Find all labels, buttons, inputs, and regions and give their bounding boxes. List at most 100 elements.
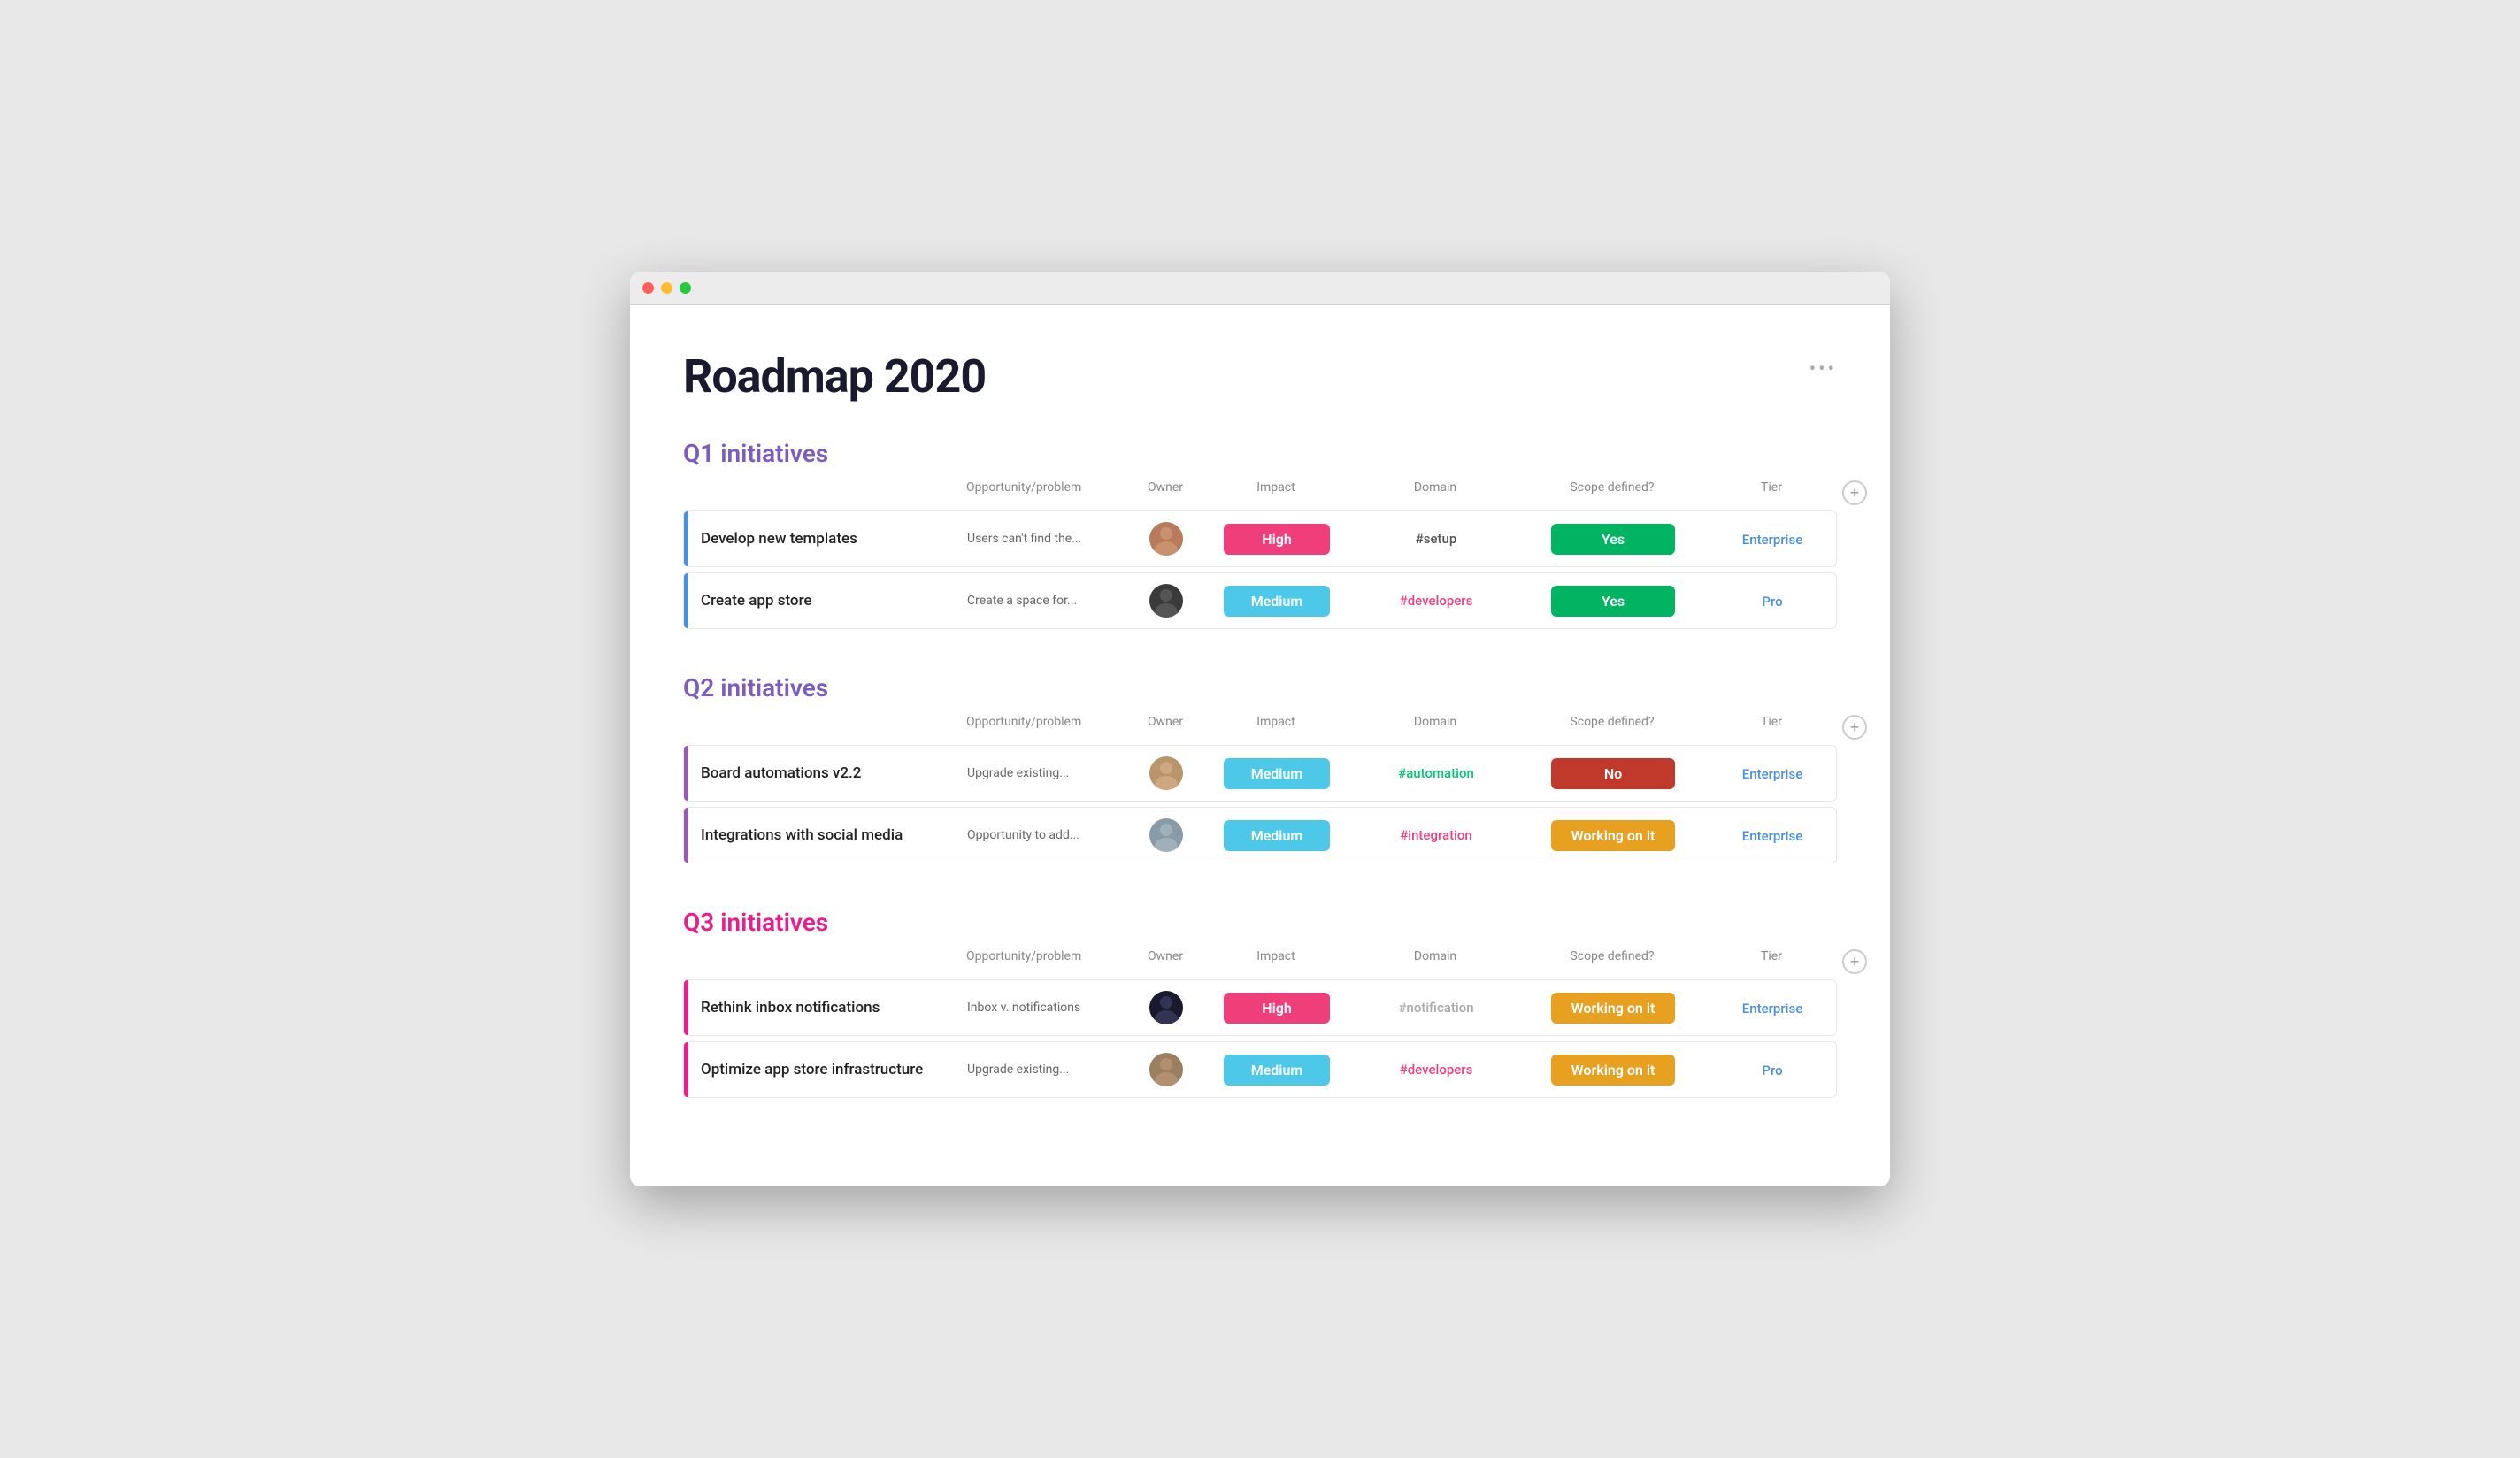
row-border-indicator — [684, 1042, 688, 1097]
page-title: Roadmap 2020 — [683, 349, 986, 403]
scope-badge: Working on it — [1551, 1055, 1675, 1086]
col-opportunity: Opportunity/problem — [966, 715, 1126, 740]
row-name-cell: Integrations with social media — [684, 808, 967, 863]
col-scope: Scope defined? — [1524, 949, 1701, 974]
col-initiative — [683, 949, 966, 974]
tier-link[interactable]: Enterprise — [1742, 766, 1802, 782]
owner-cell — [1126, 584, 1206, 618]
table-q3: Opportunity/problem Owner Impact Domain … — [683, 944, 1837, 1098]
col-domain: Domain — [1347, 949, 1524, 974]
row-opportunity: Upgrade existing... — [967, 1063, 1126, 1077]
scope-cell: Yes — [1525, 586, 1702, 617]
section-title-q1: Q1 initiatives — [683, 439, 1837, 468]
col-impact: Impact — [1205, 480, 1347, 505]
table-row: Optimize app store infrastructure Upgrad… — [683, 1041, 1837, 1098]
row-opportunity: Create a space for... — [967, 594, 1126, 608]
row-initiative-name: Rethink inbox notifications — [701, 999, 880, 1017]
more-options-button[interactable]: ••• — [1809, 358, 1837, 380]
tier-link[interactable]: Enterprise — [1742, 532, 1802, 548]
impact-badge: High — [1224, 524, 1330, 555]
avatar — [1149, 818, 1183, 852]
row-opportunity: Opportunity to add... — [967, 828, 1126, 842]
table-row: Board automations v2.2 Upgrade existing.… — [683, 745, 1837, 802]
owner-cell — [1126, 818, 1206, 852]
section-title-q3: Q3 initiatives — [683, 908, 1837, 937]
row-initiative-name: Develop new templates — [701, 530, 857, 548]
tier-cell[interactable]: Pro — [1702, 593, 1843, 610]
maximize-button[interactable] — [680, 282, 691, 294]
section-header-q1: Q1 initiatives — [683, 439, 1837, 468]
impact-badge: Medium — [1224, 758, 1330, 789]
tier-link[interactable]: Pro — [1762, 1063, 1782, 1078]
row-border-indicator — [684, 808, 688, 863]
impact-cell: High — [1206, 993, 1348, 1024]
col-opportunity: Opportunity/problem — [966, 480, 1126, 505]
col-tier: Tier — [1701, 949, 1842, 974]
tier-cell[interactable]: Pro — [1702, 1062, 1843, 1078]
row-border-indicator — [684, 573, 688, 628]
owner-cell — [1126, 1053, 1206, 1086]
add-row-button-q2[interactable]: + — [1842, 715, 1867, 740]
domain-cell: #developers — [1348, 593, 1525, 609]
impact-cell: Medium — [1206, 586, 1348, 617]
col-domain: Domain — [1347, 480, 1524, 505]
table-row: Integrations with social media Opportuni… — [683, 807, 1837, 863]
traffic-lights — [642, 282, 691, 294]
avatar — [1149, 584, 1183, 618]
avatar — [1149, 522, 1183, 556]
col-initiative — [683, 715, 966, 740]
tier-cell[interactable]: Enterprise — [1702, 531, 1843, 548]
col-add[interactable]: + — [1842, 480, 1878, 505]
domain-cell: #notification — [1348, 1000, 1525, 1016]
row-border-indicator — [684, 746, 688, 801]
add-row-button-q3[interactable]: + — [1842, 949, 1867, 974]
section-q2: Q2 initiatives Opportunity/problem Owner… — [683, 673, 1837, 863]
table-q1: Opportunity/problem Owner Impact Domain … — [683, 475, 1837, 629]
impact-badge: Medium — [1224, 1055, 1330, 1086]
scope-badge: Working on it — [1551, 993, 1675, 1024]
impact-cell: Medium — [1206, 1055, 1348, 1086]
avatar — [1149, 1053, 1183, 1086]
row-border-indicator — [684, 511, 688, 566]
tier-link[interactable]: Enterprise — [1742, 1001, 1802, 1017]
row-opportunity: Users can't find the... — [967, 532, 1126, 546]
row-name-cell: Board automations v2.2 — [684, 746, 967, 801]
owner-cell — [1126, 991, 1206, 1024]
tier-cell[interactable]: Enterprise — [1702, 765, 1843, 782]
scope-cell: Yes — [1525, 524, 1702, 555]
table-row: Develop new templates Users can't find t… — [683, 510, 1837, 567]
row-initiative-name: Optimize app store infrastructure — [701, 1061, 923, 1078]
table-q2: Opportunity/problem Owner Impact Domain … — [683, 710, 1837, 863]
row-name-cell: Create app store — [684, 573, 967, 628]
close-button[interactable] — [642, 282, 654, 294]
add-row-button-q1[interactable]: + — [1842, 480, 1867, 505]
table-row: Rethink inbox notifications Inbox v. not… — [683, 979, 1837, 1036]
app-window: Roadmap 2020 ••• Q1 initiatives Opportun… — [630, 272, 1890, 1186]
scope-cell: Working on it — [1525, 993, 1702, 1024]
tier-link[interactable]: Enterprise — [1742, 828, 1802, 844]
scope-badge: No — [1551, 758, 1675, 789]
col-headers-q2: Opportunity/problem Owner Impact Domain … — [683, 710, 1837, 745]
page-header: Roadmap 2020 ••• — [683, 349, 1837, 403]
impact-cell: High — [1206, 524, 1348, 555]
avatar — [1149, 756, 1183, 790]
col-add[interactable]: + — [1842, 949, 1878, 974]
col-impact: Impact — [1205, 715, 1347, 740]
row-border-indicator — [684, 980, 688, 1035]
row-initiative-name: Integrations with social media — [701, 826, 903, 844]
col-scope: Scope defined? — [1524, 480, 1701, 505]
tier-cell[interactable]: Enterprise — [1702, 1000, 1843, 1017]
col-owner: Owner — [1126, 949, 1205, 974]
col-owner: Owner — [1126, 480, 1205, 505]
col-add[interactable]: + — [1842, 715, 1878, 740]
impact-cell: Medium — [1206, 758, 1348, 789]
owner-cell — [1126, 522, 1206, 556]
col-owner: Owner — [1126, 715, 1205, 740]
tier-cell[interactable]: Enterprise — [1702, 827, 1843, 844]
col-tier: Tier — [1701, 715, 1842, 740]
minimize-button[interactable] — [661, 282, 672, 294]
row-opportunity: Inbox v. notifications — [967, 1001, 1126, 1015]
tier-link[interactable]: Pro — [1762, 594, 1782, 610]
domain-cell: #automation — [1348, 765, 1525, 781]
impact-badge: Medium — [1224, 820, 1330, 851]
